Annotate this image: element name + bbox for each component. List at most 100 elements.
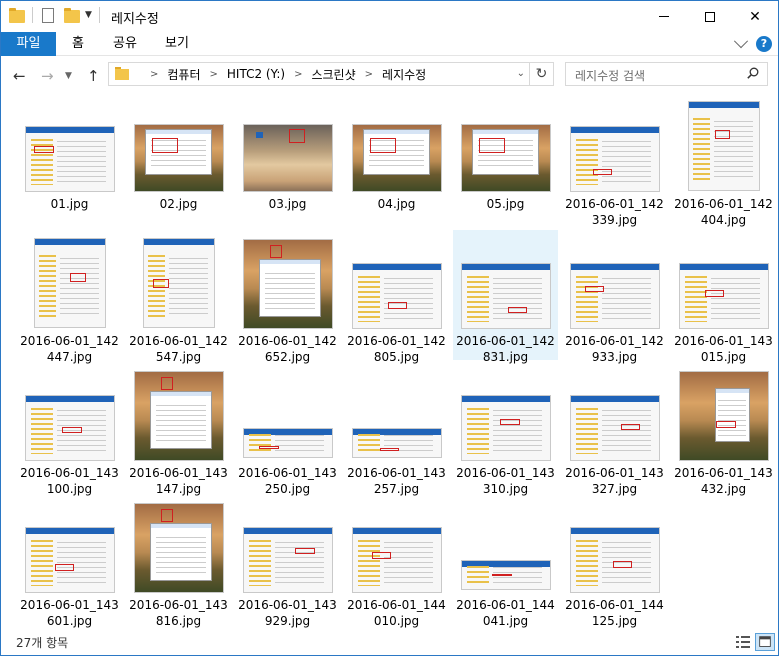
breadcrumb-separator-icon[interactable]: > <box>294 69 302 80</box>
thumbnail-image <box>133 124 224 192</box>
refresh-button[interactable]: ↻ <box>529 63 553 85</box>
breadcrumb-computer[interactable]: 컴퓨터 <box>167 66 200 83</box>
status-bar: 27개 항목 <box>1 631 778 655</box>
thumbnail-image <box>242 428 333 458</box>
file-item[interactable]: 2016-06-01_143601.jpg <box>17 494 122 628</box>
file-name: 2016-06-01_143327.jpg <box>565 466 664 496</box>
back-arrow-icon[interactable]: ← <box>13 67 26 85</box>
folder-icon <box>115 66 129 80</box>
maximize-button[interactable] <box>687 1 733 32</box>
thumbnail-image <box>460 560 551 590</box>
thumbnail-image <box>687 101 760 191</box>
file-item[interactable]: 2016-06-01_144010.jpg <box>344 494 449 628</box>
details-view-icon[interactable] <box>733 633 753 651</box>
close-button[interactable]: ✕ <box>732 1 778 32</box>
file-item[interactable]: 2016-06-01_143432.jpg <box>671 362 776 496</box>
file-item[interactable]: 2016-06-01_142805.jpg <box>344 230 449 364</box>
file-item[interactable]: 04.jpg <box>344 93 449 223</box>
file-name: 2016-06-01_142805.jpg <box>347 334 446 364</box>
file-item[interactable]: 01.jpg <box>17 93 122 223</box>
thumbnail-image <box>133 503 224 593</box>
breadcrumb-current-folder[interactable]: 레지수정 <box>382 66 426 83</box>
file-item[interactable]: 2016-06-01_142831.jpg <box>453 230 558 364</box>
file-name: 2016-06-01_143310.jpg <box>456 466 555 496</box>
file-item[interactable]: 2016-06-01_142652.jpg <box>235 230 340 364</box>
breadcrumb-drive[interactable]: HITC2 (Y:) <box>227 67 285 81</box>
file-item[interactable]: 05.jpg <box>453 93 558 223</box>
file-item[interactable]: 2016-06-01_143816.jpg <box>126 494 231 628</box>
close-icon: ✕ <box>749 8 761 25</box>
file-item[interactable]: 2016-06-01_142447.jpg <box>17 230 122 364</box>
file-name: 2016-06-01_142933.jpg <box>565 334 664 364</box>
thumbnail-image <box>569 395 660 461</box>
file-item[interactable]: 2016-06-01_142339.jpg <box>562 93 667 227</box>
file-item[interactable]: 2016-06-01_143257.jpg <box>344 362 449 496</box>
file-item[interactable]: 02.jpg <box>126 93 231 223</box>
thumbnail-image <box>142 238 215 328</box>
new-folder-icon[interactable] <box>64 7 80 23</box>
file-name: 2016-06-01_143432.jpg <box>674 466 773 496</box>
thumbnail-image <box>24 126 115 192</box>
file-name: 2016-06-01_144010.jpg <box>347 598 446 628</box>
address-dropdown-icon[interactable]: ⌄ <box>517 68 525 79</box>
file-name: 2016-06-01_143250.jpg <box>238 466 337 496</box>
file-name: 2016-06-01_143147.jpg <box>129 466 228 496</box>
up-arrow-icon[interactable]: ↑ <box>87 67 100 85</box>
minimize-button[interactable] <box>641 1 687 32</box>
title-bar: ▼ 레지수정 ✕ <box>1 1 778 32</box>
thumbnail-image <box>569 527 660 593</box>
window-title: 레지수정 <box>111 12 159 27</box>
thumbnail-image <box>133 371 224 461</box>
expand-ribbon-chevron-icon[interactable] <box>733 34 749 49</box>
file-name: 2016-06-01_142652.jpg <box>238 334 337 364</box>
breadcrumb-separator-icon[interactable]: > <box>365 69 373 80</box>
file-item[interactable]: 2016-06-01_142547.jpg <box>126 230 231 364</box>
tab-home[interactable]: 홈 <box>58 32 98 56</box>
breadcrumb-separator-icon[interactable]: > <box>210 69 218 80</box>
file-item[interactable]: 2016-06-01_142404.jpg <box>671 93 776 227</box>
search-icon[interactable] <box>747 67 759 79</box>
address-bar[interactable]: > 컴퓨터 > HITC2 (Y:) > 스크린샷 > 레지수정 ⌄ ↻ <box>108 62 554 86</box>
file-list-view[interactable]: 01.jpg 02.jpg 03.jpg 04.jpg 05.jpg 2016-06-01… <box>1 93 778 628</box>
minimize-icon <box>659 16 669 17</box>
file-name: 01.jpg <box>50 197 89 211</box>
breadcrumb-screenshots[interactable]: 스크린샷 <box>311 66 355 83</box>
help-button[interactable]: ? <box>756 36 772 52</box>
file-item[interactable]: 2016-06-01_143250.jpg <box>235 362 340 496</box>
file-item[interactable]: 2016-06-01_143147.jpg <box>126 362 231 496</box>
quick-access-toolbar: ▼ <box>9 7 103 23</box>
tab-file[interactable]: 파일 <box>1 32 56 56</box>
search-input[interactable]: 레지수정 검색 <box>565 62 768 86</box>
file-item[interactable]: 2016-06-01_144125.jpg <box>562 494 667 628</box>
file-name: 2016-06-01_143257.jpg <box>347 466 446 496</box>
forward-arrow-icon[interactable]: → <box>41 67 54 85</box>
file-name: 04.jpg <box>377 197 416 211</box>
file-name: 2016-06-01_144041.jpg <box>456 598 555 628</box>
thumbnail-image <box>569 263 660 329</box>
tab-share[interactable]: 공유 <box>99 32 151 56</box>
file-item[interactable]: 2016-06-01_143327.jpg <box>562 362 667 496</box>
file-item[interactable]: 2016-06-01_142933.jpg <box>562 230 667 364</box>
properties-icon[interactable] <box>42 7 54 23</box>
customize-toolbar-dropdown-icon[interactable]: ▼ <box>85 10 92 20</box>
file-name: 2016-06-01_143816.jpg <box>129 598 228 628</box>
file-item[interactable]: 2016-06-01_143929.jpg <box>235 494 340 628</box>
search-placeholder: 레지수정 검색 <box>575 69 646 83</box>
tab-view[interactable]: 보기 <box>151 32 203 56</box>
file-name: 2016-06-01_142831.jpg <box>456 334 555 364</box>
file-name: 2016-06-01_143015.jpg <box>674 334 773 364</box>
file-item[interactable]: 2016-06-01_144041.jpg <box>453 494 558 628</box>
thumbnail-image <box>242 239 333 329</box>
file-item[interactable]: 03.jpg <box>235 93 340 223</box>
ribbon-tabs: 파일 홈 공유 보기 ? <box>1 32 778 56</box>
recent-locations-dropdown-icon[interactable]: ▼ <box>65 71 72 81</box>
large-icons-view-icon[interactable] <box>755 633 775 651</box>
file-item[interactable]: 2016-06-01_143310.jpg <box>453 362 558 496</box>
breadcrumb: > 컴퓨터 > HITC2 (Y:) > 스크린샷 > 레지수정 <box>141 66 426 83</box>
thumbnail-image <box>33 238 106 328</box>
breadcrumb-separator-icon[interactable]: > <box>150 69 158 80</box>
file-item[interactable]: 2016-06-01_143015.jpg <box>671 230 776 364</box>
file-name: 02.jpg <box>159 197 198 211</box>
file-item[interactable]: 2016-06-01_143100.jpg <box>17 362 122 496</box>
file-name: 2016-06-01_143100.jpg <box>20 466 119 496</box>
